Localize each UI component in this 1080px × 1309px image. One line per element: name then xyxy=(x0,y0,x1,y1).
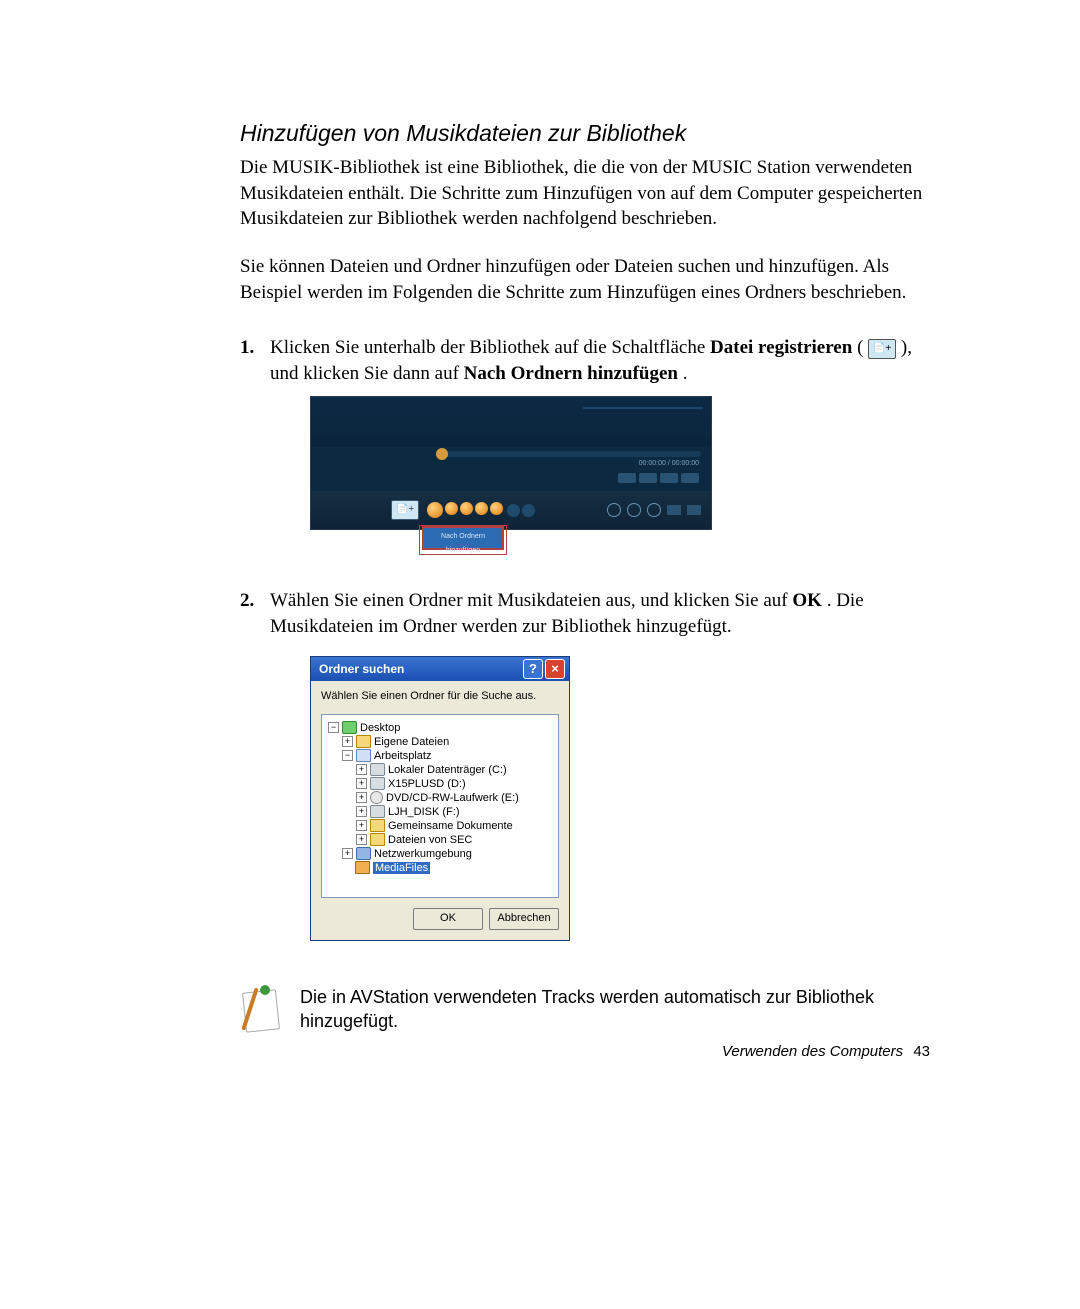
record-button[interactable] xyxy=(490,502,503,515)
section-heading: Hinzufügen von Musikdateien zur Biblioth… xyxy=(240,120,930,147)
file-register-icon: 📄+ xyxy=(868,339,896,359)
expand-icon[interactable]: + xyxy=(356,806,367,817)
dialog-titlebar: Ordner suchen ? × xyxy=(311,657,569,681)
step-bold-2: Nach Ordnern hinzufügen xyxy=(464,363,678,384)
file-register-button[interactable]: 📄+ xyxy=(391,500,419,520)
tree-item[interactable]: Netzwerkumgebung xyxy=(374,848,472,860)
player-visualizer xyxy=(583,407,703,429)
paragraph-1: Die MUSIK-Bibliothek ist eine Bibliothek… xyxy=(240,155,930,232)
tree-item[interactable]: X15PLUSD (D:) xyxy=(388,778,466,790)
note-text: Die in AVStation verwendeten Tracks werd… xyxy=(300,985,930,1034)
mode-button[interactable] xyxy=(618,473,636,483)
expand-icon[interactable]: + xyxy=(356,820,367,831)
add-by-folder-menu-item[interactable]: Nach Ordnern hinzufügen xyxy=(423,527,503,549)
collapse-icon[interactable]: − xyxy=(328,722,339,733)
step-number: 1. xyxy=(240,335,270,554)
player-display xyxy=(311,397,711,447)
right-controls xyxy=(607,503,701,517)
help-button[interactable]: ? xyxy=(523,659,543,679)
mode-button[interactable] xyxy=(681,473,699,483)
folder-icon xyxy=(370,819,385,832)
step-text: ( xyxy=(857,337,868,358)
tree-item[interactable]: LJH_DISK (F:) xyxy=(388,806,460,818)
footer-section: Verwenden des Computers xyxy=(722,1043,903,1060)
step-number: 2. xyxy=(240,588,270,964)
folder-icon xyxy=(370,833,385,846)
expand-icon[interactable]: + xyxy=(342,736,353,747)
play-button[interactable] xyxy=(427,502,443,518)
paragraph-2: Sie können Dateien und Ordner hinzufügen… xyxy=(240,254,930,305)
note-icon xyxy=(240,985,282,1033)
repeat-button[interactable] xyxy=(627,503,641,517)
player-info-panel xyxy=(441,403,501,431)
drive-icon xyxy=(370,805,385,818)
expand-icon[interactable]: + xyxy=(356,764,367,775)
expand-icon[interactable]: + xyxy=(342,848,353,859)
mode-buttons xyxy=(618,473,699,483)
ok-button[interactable]: OK xyxy=(413,908,483,930)
shuffle-button[interactable] xyxy=(647,503,661,517)
prev-button[interactable] xyxy=(445,502,458,515)
step-bold-1: Datei registrieren xyxy=(710,337,852,358)
expand-icon[interactable]: + xyxy=(356,834,367,845)
drive-icon xyxy=(370,777,385,790)
extra-controls xyxy=(507,504,535,517)
time-display: 00:00:00 / 00:00:00 xyxy=(639,459,699,468)
control-button[interactable] xyxy=(507,504,520,517)
step-body: Wählen Sie einen Ordner mit Musikdateien… xyxy=(270,588,930,964)
desktop-icon xyxy=(342,721,357,734)
expand-icon[interactable]: + xyxy=(356,792,367,803)
view-button[interactable] xyxy=(687,505,701,515)
folder-tree[interactable]: − Desktop + Eigene Dateien − Arbeitsplatz +… xyxy=(326,721,554,875)
tree-item[interactable]: Dateien von SEC xyxy=(388,834,472,846)
network-icon xyxy=(356,847,371,860)
tree-item-selected[interactable]: MediaFiles xyxy=(373,862,430,874)
cancel-button[interactable]: Abbrechen xyxy=(489,908,559,930)
browse-folder-dialog: Ordner suchen ? × Wählen Sie einen Ordne… xyxy=(310,656,570,941)
mode-button[interactable] xyxy=(639,473,657,483)
step-text: Wählen Sie einen Ordner mit Musikdateien… xyxy=(270,590,792,611)
step-1: 1. Klicken Sie unterhalb der Bibliothek … xyxy=(240,335,930,554)
tree-item[interactable]: Gemeinsame Dokumente xyxy=(388,820,513,832)
tree-item[interactable]: Eigene Dateien xyxy=(374,736,449,748)
tree-item[interactable]: Lokaler Datenträger (C:) xyxy=(388,764,507,776)
transport-controls xyxy=(427,502,503,518)
folder-icon xyxy=(356,735,371,748)
mode-button[interactable] xyxy=(660,473,678,483)
folder-icon xyxy=(355,861,370,874)
next-button[interactable] xyxy=(475,502,488,515)
collapse-icon[interactable]: − xyxy=(342,750,353,761)
page-footer: Verwenden des Computers 43 xyxy=(722,1043,930,1060)
player-seek-row: 00:00:00 / 00:00:00 xyxy=(311,447,711,471)
ordered-steps: 1. Klicken Sie unterhalb der Bibliothek … xyxy=(240,335,930,964)
tree-item[interactable]: DVD/CD-RW-Laufwerk (E:) xyxy=(386,792,519,804)
volume-button[interactable] xyxy=(607,503,621,517)
computer-icon xyxy=(356,749,371,762)
step-bold-ok: OK xyxy=(792,590,822,611)
tree-item[interactable]: Arbeitsplatz xyxy=(374,750,431,762)
step-text: Klicken Sie unterhalb der Bibliothek auf… xyxy=(270,337,710,358)
folder-tree-panel: − Desktop + Eigene Dateien − Arbeitsplatz +… xyxy=(321,714,559,898)
media-player-screenshot: 00:00:00 / 00:00:00 📄+ xyxy=(310,396,712,530)
seek-bar[interactable] xyxy=(441,451,701,457)
drive-icon xyxy=(370,763,385,776)
dialog-instruction: Wählen Sie einen Ordner für die Suche au… xyxy=(311,681,569,714)
step-2: 2. Wählen Sie einen Ordner mit Musikdate… xyxy=(240,588,930,964)
view-button[interactable] xyxy=(667,505,681,515)
document-page: Hinzufügen von Musikdateien zur Biblioth… xyxy=(0,0,1080,1100)
stop-button[interactable] xyxy=(460,502,473,515)
page-number: 43 xyxy=(913,1043,930,1060)
player-control-row: 📄+ xyxy=(311,491,711,529)
note-block: Die in AVStation verwendeten Tracks werd… xyxy=(240,985,930,1034)
close-button[interactable]: × xyxy=(545,659,565,679)
cd-drive-icon xyxy=(370,791,383,804)
dialog-title: Ordner suchen xyxy=(319,661,521,677)
tree-item[interactable]: Desktop xyxy=(360,722,400,734)
control-button[interactable] xyxy=(522,504,535,517)
step-body: Klicken Sie unterhalb der Bibliothek auf… xyxy=(270,335,930,554)
expand-icon[interactable]: + xyxy=(356,778,367,789)
step-text: . xyxy=(683,363,688,384)
player-mode-row xyxy=(311,471,711,491)
dialog-button-row: OK Abbrechen xyxy=(311,908,569,940)
